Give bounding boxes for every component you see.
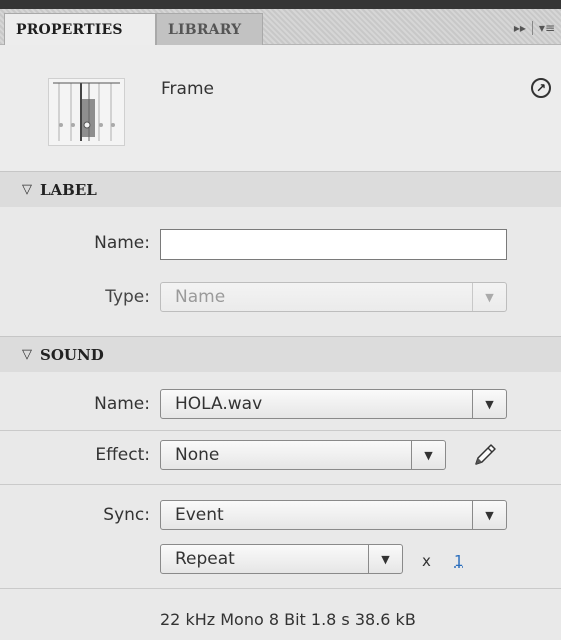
frame-title: Frame <box>161 79 214 99</box>
sound-info-text: 22 kHz Mono 8 Bit 1.8 s 38.6 kB <box>160 610 416 629</box>
properties-header: Frame ↗ <box>0 45 561 171</box>
select-value: Repeat <box>175 549 235 569</box>
sound-section-header[interactable]: ▽ SOUND <box>0 336 561 372</box>
label-name-row: Name: <box>0 229 561 261</box>
sound-sync-label: Sync: <box>103 505 150 525</box>
sound-sync-select[interactable]: Event ▼ <box>160 500 507 530</box>
collapse-triangle-icon: ▽ <box>22 347 32 362</box>
panel-menu-icon[interactable]: ▾≡ <box>539 21 555 35</box>
chevron-down-icon: ▼ <box>368 545 402 573</box>
label-type-select[interactable]: Name ▼ <box>160 282 507 312</box>
collapse-triangle-icon: ▽ <box>22 182 32 197</box>
divider <box>0 430 561 431</box>
section-title: LABEL <box>40 180 97 199</box>
pencil-icon[interactable] <box>470 440 500 470</box>
select-value: Event <box>175 505 224 525</box>
tab-properties[interactable]: PROPERTIES <box>4 13 156 45</box>
chevron-down-icon: ▼ <box>472 283 506 311</box>
tab-library[interactable]: LIBRARY <box>156 13 263 45</box>
divider <box>0 484 561 485</box>
sound-effect-row: Effect: None ▼ <box>0 440 561 472</box>
sound-name-select[interactable]: HOLA.wav ▼ <box>160 389 507 419</box>
sound-name-label: Name: <box>94 394 150 414</box>
chevron-down-icon: ▼ <box>472 501 506 529</box>
panel-tab-bar: PROPERTIES LIBRARY ▸▸ ▾≡ <box>0 9 561 45</box>
repeat-count-value[interactable]: 1 <box>454 552 464 570</box>
sound-effect-label: Effect: <box>95 445 150 465</box>
window-top-strip <box>0 0 561 9</box>
sound-name-row: Name: HOLA.wav ▼ <box>0 389 561 421</box>
label-name-label: Name: <box>94 233 150 253</box>
sound-repeat-select[interactable]: Repeat ▼ <box>160 544 403 574</box>
frame-thumbnail-icon <box>48 78 125 146</box>
sound-effect-select[interactable]: None ▼ <box>160 440 446 470</box>
label-type-label: Type: <box>105 287 150 307</box>
separator <box>531 21 533 35</box>
select-value: None <box>175 445 220 465</box>
sound-sync-row: Sync: Event ▼ <box>0 500 561 532</box>
repeat-times-label: x <box>422 552 431 570</box>
select-value: HOLA.wav <box>175 394 263 414</box>
label-section-header[interactable]: ▽ LABEL <box>0 171 561 207</box>
label-type-row: Type: Name ▼ <box>0 282 561 314</box>
chevron-down-icon: ▼ <box>472 390 506 418</box>
sound-repeat-row: Repeat ▼ x 1 <box>0 544 561 576</box>
section-title: SOUND <box>40 345 104 364</box>
divider <box>0 588 561 589</box>
double-chevron-right-icon[interactable]: ▸▸ <box>514 21 526 35</box>
panel-controls: ▸▸ ▾≡ <box>514 21 555 35</box>
arrow-up-right-circle-icon[interactable]: ↗ <box>531 78 551 98</box>
chevron-down-icon: ▼ <box>411 441 445 469</box>
label-name-input[interactable] <box>160 229 507 260</box>
select-value: Name <box>175 287 226 307</box>
